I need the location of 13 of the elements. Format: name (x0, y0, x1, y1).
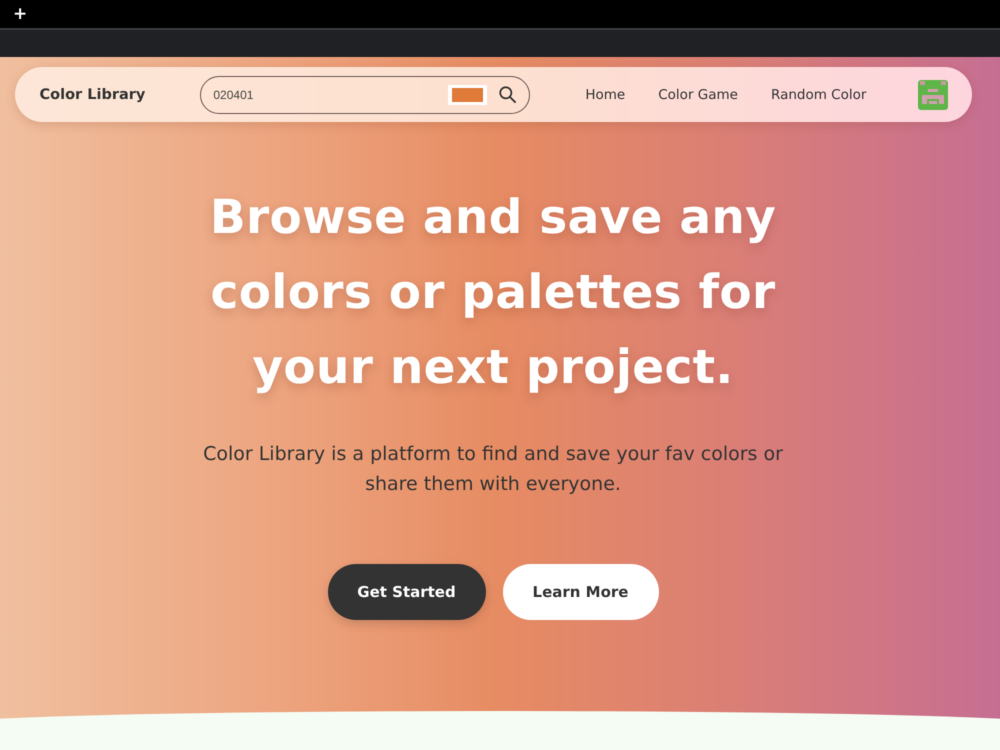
search-field[interactable]: 020401 (200, 76, 530, 114)
nav-link[interactable]: Color Game (658, 86, 738, 102)
hero-heading: Browse and save any colors or palettes for your next project. (208, 189, 778, 397)
hero-description: Color Library is a platform to find and save your fav colors or share them with everyone. (202, 442, 784, 497)
brand-name[interactable]: Color Library (40, 86, 146, 102)
nav-link[interactable]: Home (585, 86, 626, 102)
search-icon[interactable] (499, 86, 516, 102)
nav-link[interactable]: Random Color (770, 86, 866, 102)
learn-more-button[interactable]: Learn More (502, 564, 658, 620)
get-started-button[interactable]: Get Started (328, 564, 486, 620)
color-picker-swatch[interactable] (448, 84, 488, 104)
new-tab-button[interactable]: + (10, 4, 30, 24)
avatar-icon[interactable] (918, 80, 948, 110)
